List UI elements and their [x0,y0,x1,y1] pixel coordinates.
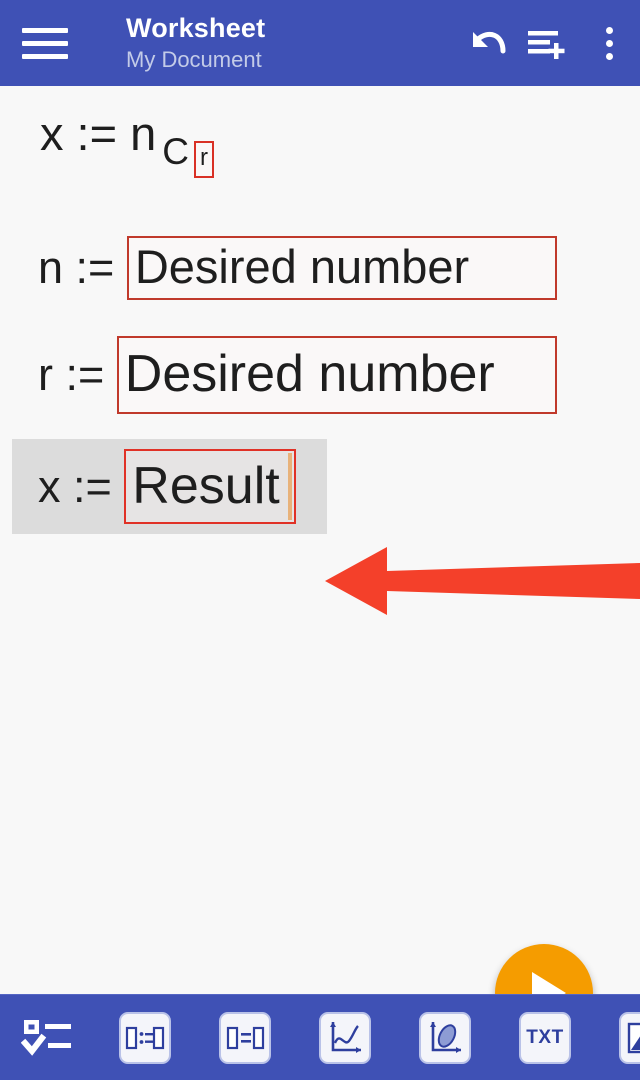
assignment-tool[interactable] [95,995,195,1080]
checklist-icon [20,1019,71,1056]
plot3d-tool[interactable] [395,995,495,1080]
graph-3d-icon [419,1011,471,1064]
three-dots-vertical-icon [605,26,613,60]
input-field-r[interactable]: Desired number [116,336,557,414]
row-label-r: r := [38,349,117,400]
hamburger-line [22,53,68,59]
formula-r-value: r [200,144,208,171]
app-bar-actions [454,12,640,74]
assignment-row-r[interactable]: r := Desired number [38,336,557,414]
formula-combination-c: C [162,131,189,172]
bottom-toolbar: TXT [0,994,640,1080]
input-field-x[interactable]: Result [124,449,297,524]
worksheet-canvas[interactable]: x := n C r n := Desired number r := Desi… [0,86,640,1042]
formula-lhs: x := [40,107,131,160]
formula-subscripts: C r [162,131,214,178]
hamburger-line [22,40,68,46]
row-label-n: n := [38,242,127,293]
hamburger-menu-icon[interactable] [22,27,84,59]
undo-arrow-icon [473,31,506,54]
image-icon [619,1011,640,1064]
graph-2d-icon [319,1011,371,1064]
input-value-x: Result [132,456,280,515]
assignment-row-n[interactable]: n := Desired number [38,236,557,300]
input-value-r: Desired number [124,345,495,403]
add-line-icon [528,31,565,59]
overflow-menu-button[interactable] [578,12,640,74]
title-block: Worksheet My Document [126,12,454,74]
formula-r-field[interactable]: r [194,141,214,178]
undo-button[interactable] [454,12,516,74]
txt-icon: TXT [519,1011,571,1064]
page-title: Worksheet [126,13,266,43]
txt-label: TXT [526,1026,564,1048]
input-value-n: Desired number [134,240,470,293]
document-name: My Document [126,47,262,72]
hamburger-line [22,27,68,33]
text-cursor [288,453,293,520]
formula-base: n [130,107,157,160]
assignment-box-icon [119,1011,171,1064]
input-field-n[interactable]: Desired number [126,236,557,300]
formula-line[interactable]: x := n C r [40,106,214,178]
assignment-row-x[interactable]: x := Result [38,449,297,524]
image-tool[interactable] [595,995,640,1080]
checklist-tool[interactable] [0,995,95,1080]
left-pointing-arrow-icon [325,547,640,615]
equation-tool[interactable] [195,995,295,1080]
app-bar: Worksheet My Document [0,0,640,86]
text-tool[interactable]: TXT [495,995,595,1080]
equation-box-icon [219,1011,271,1064]
row-label-x: x := [38,460,125,512]
add-line-button[interactable] [516,12,578,74]
plot2d-tool[interactable] [295,995,395,1080]
